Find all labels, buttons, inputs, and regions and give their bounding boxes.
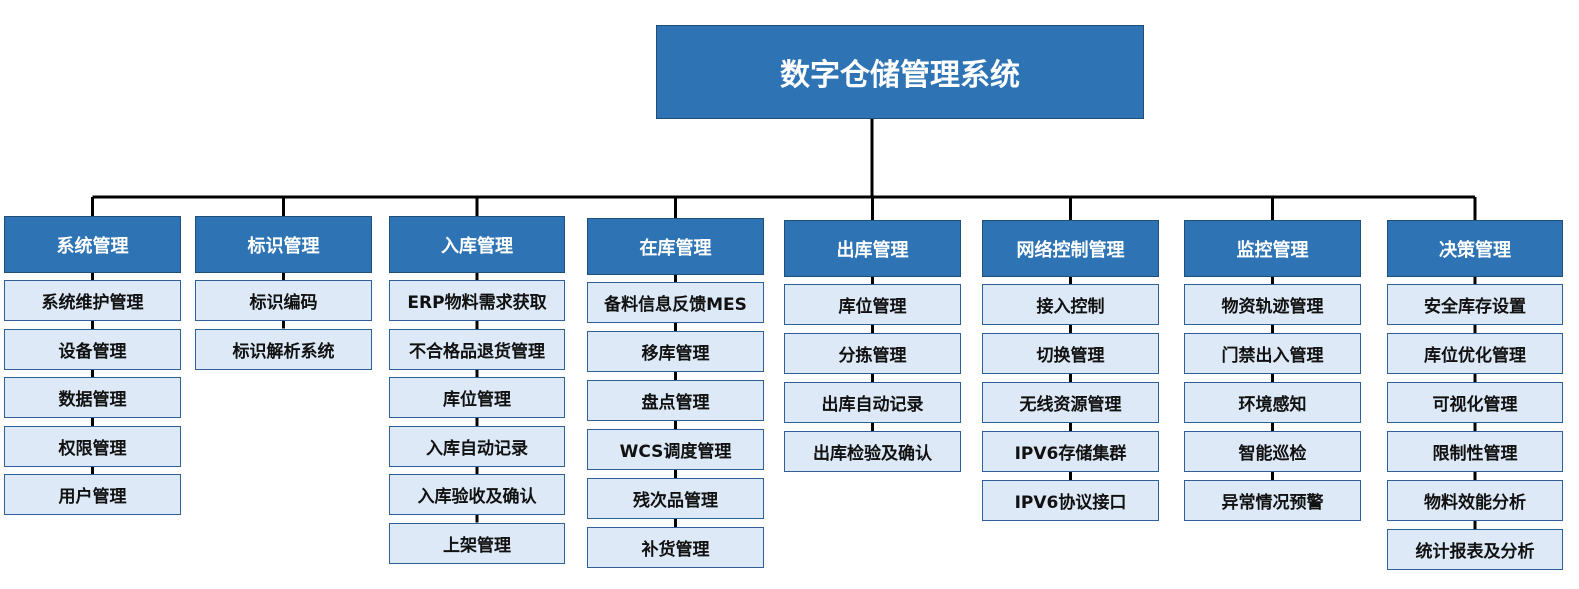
module-item-label: IPV6协议接口 <box>1014 493 1127 513</box>
module-item-label: 上架管理 <box>443 535 511 556</box>
module-item: 上架管理 <box>389 522 565 564</box>
column-title: 标识管理 <box>247 235 320 257</box>
module-item: 盘点管理 <box>587 380 764 421</box>
module-item: 备料信息反馈MES <box>587 282 764 323</box>
module-item: 移库管理 <box>587 331 764 372</box>
module-item-label: 标识编码 <box>249 293 318 313</box>
module-item-label: 用户管理 <box>58 487 127 507</box>
column-header: 系统管理 <box>4 216 181 273</box>
column-title: 入库管理 <box>441 235 513 257</box>
module-item-label: 分拣管理 <box>838 346 907 366</box>
module-item-label: 门禁出入管理 <box>1221 346 1324 366</box>
module-item: 补货管理 <box>587 527 764 568</box>
module-item-label: 智能巡检 <box>1238 444 1307 464</box>
column-title: 出库管理 <box>836 239 909 261</box>
module-item: 异常情况预警 <box>1184 480 1361 521</box>
module-item: ERP物料需求获取 <box>389 280 565 321</box>
module-item-label: IPV6存储集群 <box>1014 444 1127 464</box>
module-item: 入库验收及确认 <box>389 474 565 515</box>
module-item: 物料效能分析 <box>1387 480 1563 521</box>
module-item-label: 设备管理 <box>58 341 127 362</box>
module-item: 设备管理 <box>4 328 181 370</box>
module-item: 系统维护管理 <box>4 280 181 321</box>
module-item-label: 可视化管理 <box>1432 395 1518 415</box>
column-header: 出库管理 <box>784 220 961 277</box>
column-header: 入库管理 <box>389 216 565 273</box>
column-header: 监控管理 <box>1184 220 1361 277</box>
module-item: 标识编码 <box>195 280 372 321</box>
module-item: 入库自动记录 <box>389 425 565 467</box>
module-item: 不合格品退货管理 <box>389 328 565 370</box>
module-item-label: 系统维护管理 <box>41 293 144 313</box>
module-item-label: 无线资源管理 <box>1019 395 1122 415</box>
module-item-label: 残次品管理 <box>633 491 718 511</box>
module-item-label: 库位管理 <box>443 390 511 410</box>
module-item-label: WCS调度管理 <box>619 442 732 462</box>
org-chart: 数字仓储管理系统 系统管理系统维护管理 设备管理数据管理权限管理用户管理 标识管理标… <box>0 0 1579 589</box>
module-item-label: 库位优化管理 <box>1424 346 1526 366</box>
module-item-label: 补货管理 <box>641 540 710 560</box>
column-title: 决策管理 <box>1439 239 1511 261</box>
module-item: 标识解析系统 <box>195 328 372 370</box>
module-item: 无线资源管理 <box>982 382 1159 423</box>
column-header: 决策管理 <box>1387 220 1563 277</box>
module-item-label: 入库自动记录 <box>426 438 528 459</box>
module-item: IPV6协议接口 <box>982 480 1159 521</box>
module-item-label: 接入控制 <box>1036 297 1105 317</box>
root-label: 数字仓储管理系统 <box>780 58 1020 93</box>
column-header: 标识管理 <box>195 216 372 273</box>
module-item: WCS调度管理 <box>587 429 764 470</box>
column-title: 系统管理 <box>56 235 129 257</box>
column-header: 在库管理 <box>587 218 764 275</box>
module-item-label: 限制性管理 <box>1432 444 1518 464</box>
module-item: 物资轨迹管理 <box>1184 284 1361 325</box>
module-item-label: 出库自动记录 <box>821 395 924 415</box>
column-header: 网络控制管理 <box>982 220 1159 277</box>
module-item-label: 环境感知 <box>1238 395 1307 415</box>
module-item: 接入控制 <box>982 284 1159 325</box>
module-item: 统计报表及分析 <box>1387 529 1563 570</box>
module-item: 残次品管理 <box>587 478 764 519</box>
module-item-label: 入库验收及确认 <box>417 487 537 507</box>
module-item: 限制性管理 <box>1387 431 1563 472</box>
module-item: 库位管理 <box>784 284 961 325</box>
module-item-label: ERP物料需求获取 <box>407 293 547 313</box>
module-item: 安全库存设置 <box>1387 284 1563 325</box>
root-node: 数字仓储管理系统 <box>656 25 1144 119</box>
module-item-label: 物料效能分析 <box>1424 493 1526 513</box>
module-item: 分拣管理 <box>784 333 961 374</box>
column-title: 在库管理 <box>639 237 712 259</box>
module-item-label: 数据管理 <box>58 390 127 410</box>
module-item: 可视化管理 <box>1387 382 1563 423</box>
module-item: 出库自动记录 <box>784 382 961 423</box>
module-item-label: 统计报表及分析 <box>1415 542 1535 562</box>
module-item: 用户管理 <box>4 474 181 515</box>
module-item-label: 盘点管理 <box>641 393 710 413</box>
module-item: 出库检验及确认 <box>784 431 961 472</box>
module-item: 库位优化管理 <box>1387 333 1563 374</box>
column-title: 监控管理 <box>1236 239 1309 261</box>
module-item-label: 权限管理 <box>58 438 127 459</box>
module-item-label: 备料信息反馈MES <box>604 295 747 315</box>
module-item-label: 安全库存设置 <box>1424 297 1526 317</box>
module-item: 库位管理 <box>389 377 565 418</box>
module-item: IPV6存储集群 <box>982 431 1159 472</box>
module-item-label: 物资轨迹管理 <box>1221 297 1324 317</box>
module-item: 切换管理 <box>982 333 1159 374</box>
module-item: 环境感知 <box>1184 382 1361 423</box>
module-item-label: 切换管理 <box>1036 346 1105 366</box>
module-item: 数据管理 <box>4 377 181 418</box>
column-title: 网络控制管理 <box>1016 239 1125 261</box>
module-item: 权限管理 <box>4 425 181 467</box>
module-item-label: 不合格品退货管理 <box>409 341 545 362</box>
module-item-label: 库位管理 <box>838 297 907 317</box>
module-item-label: 出库检验及确认 <box>813 444 932 464</box>
module-item-label: 标识解析系统 <box>232 341 335 362</box>
module-item: 门禁出入管理 <box>1184 333 1361 374</box>
module-item-label: 异常情况预警 <box>1221 493 1324 513</box>
module-item-label: 移库管理 <box>641 344 710 364</box>
module-item: 智能巡检 <box>1184 431 1361 472</box>
